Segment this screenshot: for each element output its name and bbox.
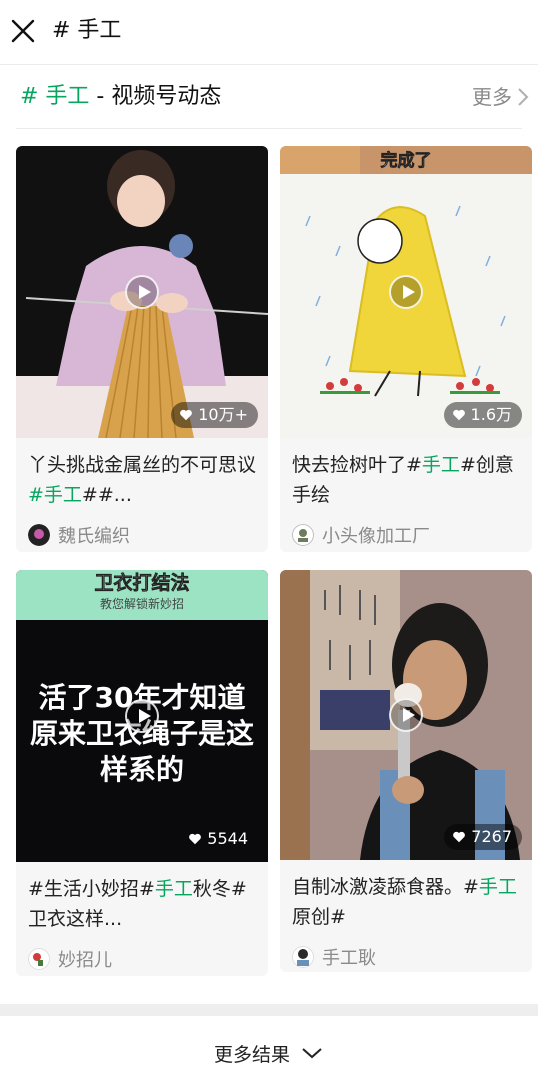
thumbnail-banner-title: 卫衣打结法 bbox=[94, 572, 190, 595]
video-thumbnail[interactable]: 10万+ bbox=[16, 146, 268, 438]
section-header: # 手工 - 视频号动态 更多 bbox=[0, 64, 538, 129]
title-text-tail: ##... bbox=[81, 484, 132, 506]
card-title[interactable]: 自制冰激凌舔食器。#手工原创# bbox=[292, 872, 520, 932]
play-icon bbox=[389, 698, 423, 732]
heart-icon bbox=[180, 409, 193, 421]
title-text: 自制冰激凌舔食器。# bbox=[292, 876, 479, 898]
likes-badge: 1.6万 bbox=[443, 402, 522, 428]
thumbnail-banner-sub: 教您解锁新妙招 bbox=[99, 597, 184, 611]
section-hashtag[interactable]: # 手工 bbox=[20, 84, 89, 109]
divider bbox=[16, 128, 522, 129]
play-icon bbox=[389, 275, 423, 309]
heart-icon bbox=[452, 409, 465, 421]
avatar bbox=[28, 948, 50, 970]
author-name: 手工耿 bbox=[322, 948, 376, 969]
video-thumbnail[interactable]: 完成了 1.6万 bbox=[280, 146, 532, 438]
likes-count: 5544 bbox=[207, 829, 248, 848]
video-card[interactable]: 10万+ 丫头挑战金属丝的不可思议 #手工##... 魏氏编织 bbox=[16, 146, 268, 552]
more-link[interactable]: 更多 bbox=[472, 81, 530, 113]
likes-badge: 7267 bbox=[444, 824, 522, 850]
author-name: 小头像加工厂 bbox=[322, 526, 430, 547]
top-bar: # 手工 bbox=[0, 0, 538, 64]
video-thumbnail[interactable]: 卫衣打结法 教您解锁新妙招 活了30年才知道原来卫衣绳子是这样系的 5544 bbox=[16, 570, 268, 862]
section-title: # 手工 - 视频号动态 bbox=[20, 81, 221, 113]
likes-count: 1.6万 bbox=[470, 405, 512, 424]
page-title: # 手工 bbox=[52, 18, 122, 43]
thumbnail-caption: 完成了 bbox=[381, 150, 432, 171]
avatar bbox=[292, 946, 314, 968]
title-hashtag[interactable]: #手工 bbox=[28, 484, 82, 506]
card-title[interactable]: #生活小妙招#手工秋冬#卫衣这样... bbox=[28, 874, 256, 934]
author-name: 魏氏编织 bbox=[58, 526, 130, 547]
heart-icon bbox=[189, 833, 202, 845]
title-text: #生活小妙招# bbox=[28, 878, 155, 900]
heart-icon bbox=[453, 831, 466, 843]
title-text-tail: 原创# bbox=[292, 906, 346, 928]
title-hashtag[interactable]: 手工 bbox=[422, 454, 460, 476]
author-row[interactable]: 魏氏编织 bbox=[28, 520, 256, 550]
author-row[interactable]: 小头像加工厂 bbox=[292, 520, 520, 550]
more-results-button[interactable]: 更多结果 bbox=[0, 1016, 538, 1090]
video-card[interactable]: 7267 自制冰激凌舔食器。#手工原创# 手工耿 bbox=[280, 570, 532, 972]
avatar bbox=[28, 524, 50, 546]
section-separator bbox=[0, 1004, 538, 1016]
chevron-down-icon bbox=[302, 1048, 322, 1059]
video-thumbnail[interactable]: 7267 bbox=[280, 570, 532, 860]
likes-count: 10万+ bbox=[198, 405, 248, 424]
play-icon bbox=[125, 275, 159, 309]
title-text: 快去捡树叶了# bbox=[292, 454, 422, 476]
video-card[interactable]: 完成了 1.6万 快去捡树叶了#手工#创意手绘 小头像加工厂 bbox=[280, 146, 532, 552]
title-hashtag[interactable]: 手工 bbox=[155, 878, 193, 900]
likes-badge: 5544 bbox=[180, 826, 258, 852]
likes-count: 7267 bbox=[471, 827, 512, 846]
more-label: 更多 bbox=[472, 85, 512, 109]
close-icon[interactable] bbox=[8, 16, 38, 46]
author-name: 妙招儿 bbox=[58, 950, 112, 971]
thumbnail-overlay-text: 活了30年才知道原来卫衣绳子是这样系的 bbox=[30, 681, 255, 786]
chevron-right-icon bbox=[518, 88, 529, 106]
author-row[interactable]: 妙招儿 bbox=[28, 944, 256, 974]
video-card[interactable]: 卫衣打结法 教您解锁新妙招 活了30年才知道原来卫衣绳子是这样系的 5544 #… bbox=[16, 570, 268, 976]
play-icon bbox=[125, 699, 159, 733]
author-row[interactable]: 手工耿 bbox=[292, 942, 520, 972]
title-text: 丫头挑战金属丝的不可思议 bbox=[28, 454, 256, 476]
title-hashtag[interactable]: 手工 bbox=[479, 876, 517, 898]
thumbnail-banner: 卫衣打结法 教您解锁新妙招 bbox=[16, 570, 268, 620]
card-title[interactable]: 快去捡树叶了#手工#创意手绘 bbox=[292, 450, 520, 510]
avatar bbox=[292, 524, 314, 546]
more-results-label: 更多结果 bbox=[213, 1043, 290, 1066]
card-title[interactable]: 丫头挑战金属丝的不可思议 #手工##... bbox=[28, 450, 256, 510]
likes-badge: 10万+ bbox=[171, 402, 258, 428]
section-suffix: - 视频号动态 bbox=[89, 84, 222, 109]
